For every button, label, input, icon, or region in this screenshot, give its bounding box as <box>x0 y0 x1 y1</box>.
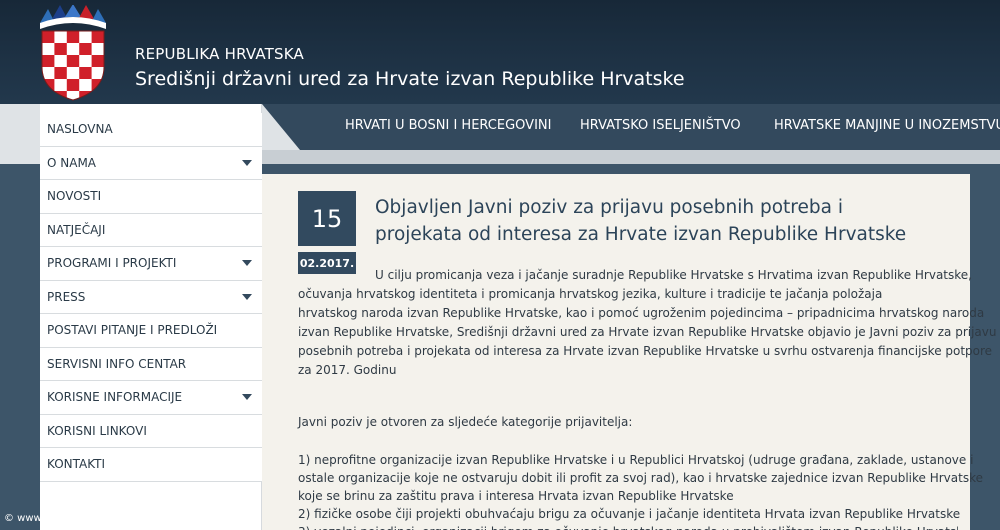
sidebar-item-label: NASLOVNA <box>47 122 113 137</box>
sidebar-item-novosti[interactable]: NOVOSTI <box>40 180 262 214</box>
date-month-year: 02.2017. <box>298 252 356 274</box>
topnav-item-bih[interactable]: HRVATI U BOSNI I HERCEGOVINI <box>345 118 551 133</box>
paragraph-line: posebnih potreba i projekata od interesa… <box>298 344 993 358</box>
caret-down-icon <box>242 159 252 166</box>
paragraph-line: očuvanja hrvatskog identiteta i promican… <box>298 287 883 301</box>
site-title-small: REPUBLIKA HRVATSKA <box>135 45 304 63</box>
list-line: ostale organizacije koje ne ostvaruju do… <box>298 471 983 485</box>
sidebar-item-natjecaji[interactable]: NATJEČAJI <box>40 213 262 247</box>
sidebar-item-o-nama[interactable]: O NAMA <box>40 146 262 180</box>
paragraph-line: za 2017. Godinu <box>298 363 397 377</box>
caret-down-icon <box>242 394 252 400</box>
topnav-item-manjine[interactable]: HRVATSKE MANJINE U INOZEMSTVU <box>774 118 1000 133</box>
watermark: © www.jabuka.tv <box>4 513 91 524</box>
paragraph-line: U cilju promicanja veza i jačanje suradn… <box>375 268 972 282</box>
sidebar-item-servisni-info[interactable]: SERVISNI INFO CENTAR <box>40 347 262 381</box>
caret-down-icon <box>242 293 252 300</box>
paragraph-line: hrvatskog naroda izvan Republike Hrvatsk… <box>298 306 985 320</box>
sidebar-item-label: O NAMA <box>47 155 97 170</box>
sidebar-item-kontakti[interactable]: KONTAKTI <box>40 448 262 482</box>
sidebar-item-label: NATJEČAJI <box>47 222 106 237</box>
list-line: 2) fizičke osobe čiji projekti obuhvaćaj… <box>298 507 961 521</box>
sidebar-item-press[interactable]: PRESS <box>40 280 262 314</box>
coat-of-arms-logo[interactable] <box>38 5 108 101</box>
sidebar-item-label: NOVOSTI <box>47 189 102 204</box>
sidebar-item-programi[interactable]: PROGRAMI I PROJEKTI <box>40 247 262 281</box>
article-title[interactable]: Objavljen Javni poziv za prijavu posebni… <box>375 194 935 248</box>
sidebar-item-label: PRESS <box>47 289 86 304</box>
list-line: 1) neprofitne organizacije izvan Republi… <box>298 453 974 467</box>
sidebar-item-korisne-informacije[interactable]: KORISNE INFORMACIJE <box>40 381 262 415</box>
paragraph-line: Javni poziv je otvoren za sljedeće kateg… <box>298 415 633 429</box>
sidebar-item-label: KORISNI LINKOVI <box>47 423 147 438</box>
sidebar-item-label: SERVISNI INFO CENTAR <box>47 356 187 371</box>
sidebar-item-korisni-linkovi[interactable]: KORISNI LINKOVI <box>40 414 262 448</box>
topnav-item-iseljenistvo[interactable]: HRVATSKO ISELJENIŠTVO <box>580 118 741 133</box>
sidebar-item-label: KORISNE INFORMACIJE <box>47 390 183 405</box>
top-navigation-shadow <box>262 150 1000 164</box>
site-title[interactable]: Središnji državni ured za Hrvate izvan R… <box>135 68 685 90</box>
caret-down-icon <box>242 260 252 266</box>
date-day-badge: 15 <box>298 191 356 246</box>
sidebar-item-naslovna[interactable]: NASLOVNA <box>40 113 262 147</box>
list-line: koje se brinu za zaštitu prava i interes… <box>298 489 734 503</box>
paragraph-line: izvan Republike Hrvatske, Središnji drža… <box>298 325 997 339</box>
sidebar-item-label: PROGRAMI I PROJEKTI <box>47 256 177 271</box>
sidebar-item-label: POSTAVI PITANJE I PREDLOŽI <box>47 323 218 338</box>
sidebar-item-postavi-pitanje[interactable]: POSTAVI PITANJE I PREDLOŽI <box>40 314 262 348</box>
list-line: 3) vezalni pojedinci, organizacij brigom… <box>298 523 958 530</box>
sidebar-item-label: KONTAKTI <box>47 457 106 472</box>
